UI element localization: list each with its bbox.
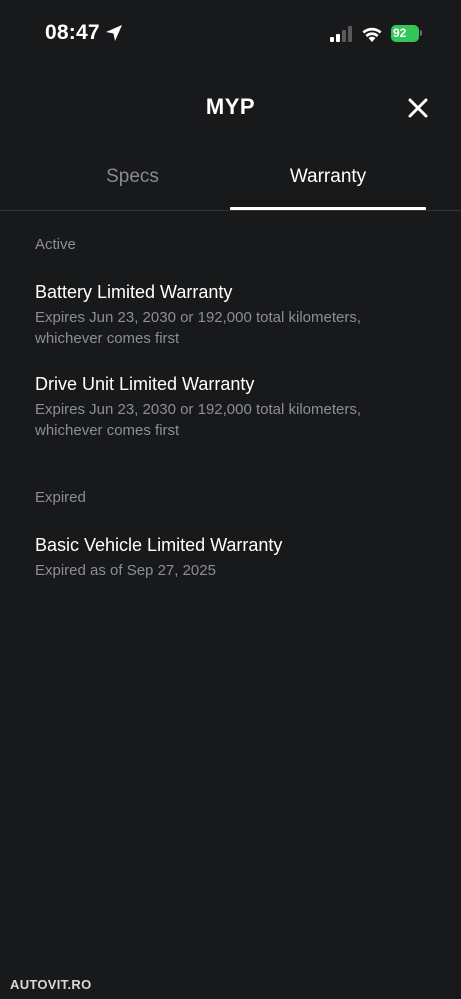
close-icon[interactable]	[404, 94, 432, 122]
status-time: 08:47	[45, 21, 100, 44]
battery-cap	[420, 30, 422, 36]
active-tab-indicator	[230, 207, 426, 210]
watermark-logo: AUTOVIT.RO	[10, 977, 92, 992]
section-label-active: Active	[35, 236, 76, 253]
tab-specs[interactable]: Specs	[35, 152, 230, 210]
battery-indicator: 92	[391, 25, 419, 42]
page-title: MYP	[205, 94, 256, 119]
cellular-signal-icon	[330, 26, 352, 42]
warranty-item-description: Expired as of Sep 27, 2025	[35, 562, 216, 579]
warranty-item-title: Drive Unit Limited Warranty	[35, 374, 255, 394]
battery-level: 92	[393, 26, 407, 40]
status-bar: 08:47 92	[0, 0, 461, 66]
tab-bar: Specs Warranty	[0, 152, 461, 211]
location-arrow-icon	[106, 25, 122, 41]
warranty-item-description: Expires Jun 23, 2030 or 192,000 total ki…	[35, 309, 362, 347]
section-label-expired: Expired	[35, 489, 86, 506]
wifi-icon	[362, 27, 382, 42]
warranty-item-title: Basic Vehicle Limited Warranty	[35, 535, 283, 555]
warranty-item-title: Battery Limited Warranty	[35, 282, 233, 302]
warranty-item-description: Expires Jun 23, 2030 or 192,000 total ki…	[35, 401, 362, 439]
tab-warranty[interactable]: Warranty	[230, 152, 426, 210]
